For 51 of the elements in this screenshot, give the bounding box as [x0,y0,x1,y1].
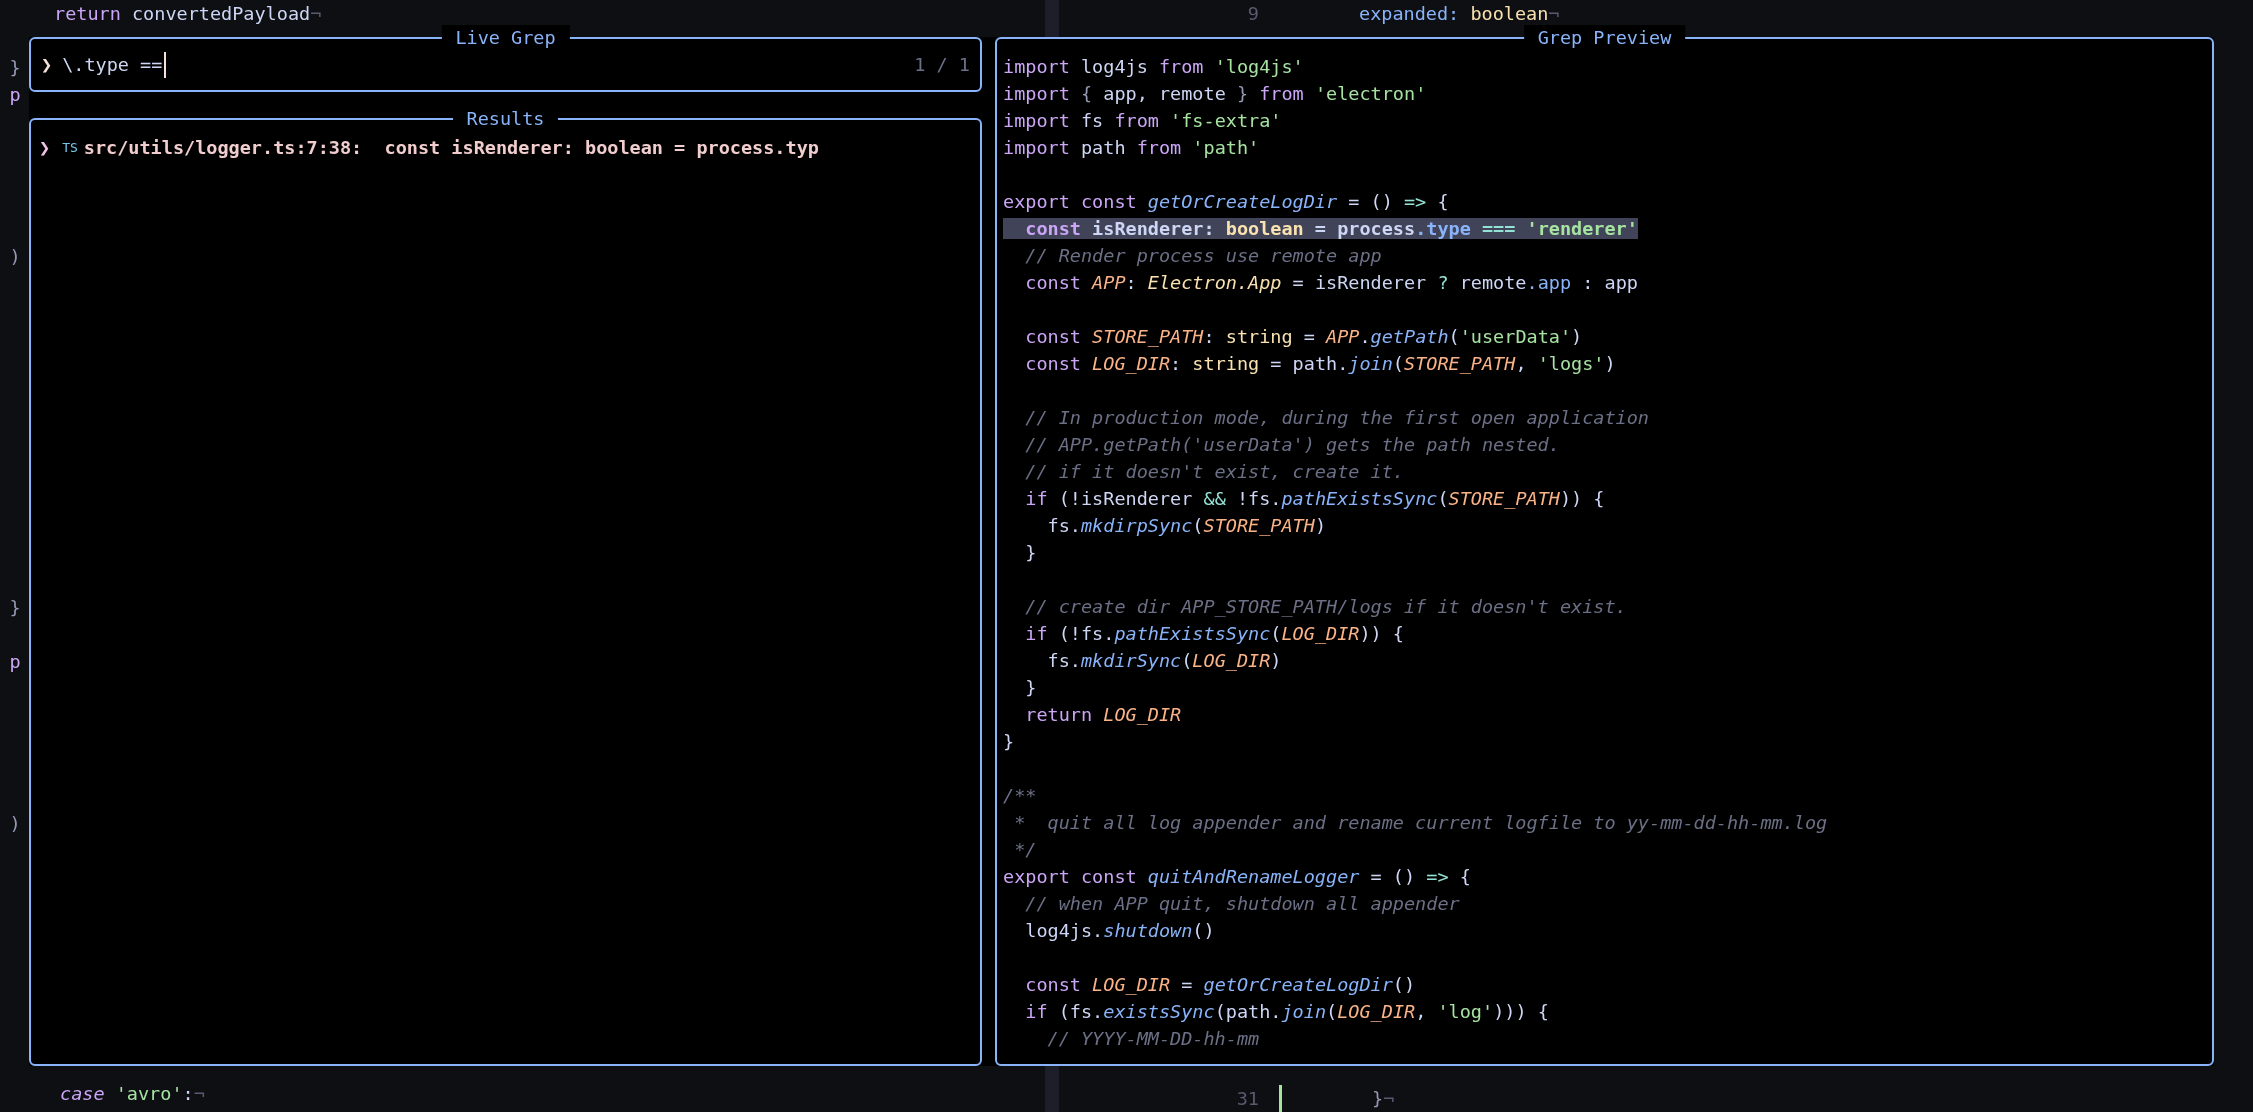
code-line: /** [1003,785,1037,806]
code-line: import { app, remote } from 'electron' [1003,83,1427,104]
code-fragment: } [9,57,21,78]
code-line: const STORE_PATH: string = APP.getPath('userData') [1024,326,1583,347]
code-line: // if it doesn't exist, create it. [1024,461,1404,482]
code-line: } [1003,731,1015,752]
code-line: if (!isRenderer && !fs.pathExistsSync(STORE_PATH)) { [1024,488,1605,509]
filetype-label: TS [62,139,78,155]
code-line: * quit all log appender and rename current logfile to yy-mm-dd-hh-mm.log [1013,812,1828,833]
code-line: const APP: Electron.App = isRenderer ? remote.app : app [1024,272,1638,293]
code-line: import log4js from 'log4js' [1003,56,1304,77]
search-field[interactable]: \.type == [62,54,163,75]
code-line: export const quitAndRenameLogger = () => { [1003,866,1471,887]
code-line: */ [1013,839,1037,860]
line-number: 31 [1235,1088,1259,1109]
code-line: log4js.shutdown() [1024,920,1215,941]
code-line: const LOG_DIR: string = path.join(STORE_PATH, 'logs') [1024,353,1616,374]
code-line: case 'avro':¬ [59,1083,205,1104]
code-line: } [1024,677,1037,698]
code-fragment: } [9,597,21,618]
code-line: // In production mode, during the first open application [1024,407,1649,428]
code-line: // create dir APP_STORE_PATH/logs if it doesn't exist. [1024,596,1627,617]
code-line: import path from 'path' [1003,137,1260,158]
code-line: // YYYY-MM-DD-hh-mm [1046,1028,1260,1049]
code-line: expanded: boolean¬ [1358,3,1560,24]
code-line: } [1024,542,1037,563]
panel-title: Grep Preview [1523,25,1686,51]
code-line: }¬ [1371,1088,1395,1109]
code-line: export const getOrCreateLogDir = () => { [1003,191,1449,212]
code-line: fs.mkdirSync(LOG_DIR) [1046,650,1282,671]
code-line: import fs from 'fs-extra' [1003,110,1282,131]
line-number: 9 [1246,3,1259,24]
selection-caret: ❯ [39,136,51,158]
code-line: // APP.getPath('userData') gets the path nested. [1024,434,1560,455]
code-line: return LOG_DIR [1024,704,1182,725]
code-line: return convertedPayload¬ [53,3,322,24]
text-cursor [164,51,167,78]
code-line: if (!fs.pathExistsSync(LOG_DIR)) { [1024,623,1404,644]
code-fragment: p [9,84,21,105]
code-line: // when APP quit, shutdown all appender [1024,893,1460,914]
code-line: // Render process use remote app [1024,245,1382,266]
code-fragment: ) [9,813,21,834]
result-entry[interactable]: src/utils/logger.ts:7:38: const isRenderer: boolean = process.typ [83,136,819,158]
code-fragment: p [9,651,21,672]
code-line: const LOG_DIR = getOrCreateLogDir() [1024,974,1416,995]
prompt-caret: ❯ [41,54,53,75]
panel-title: Live Grep [441,25,570,51]
code-line: fs.mkdirpSync(STORE_PATH) [1046,515,1327,536]
code-fragment: ) [9,246,21,267]
match-counter: 1 / 1 [914,54,970,75]
code-line: if (fs.existsSync(path.join(LOG_DIR, 'log'))) { [1024,1001,1549,1022]
